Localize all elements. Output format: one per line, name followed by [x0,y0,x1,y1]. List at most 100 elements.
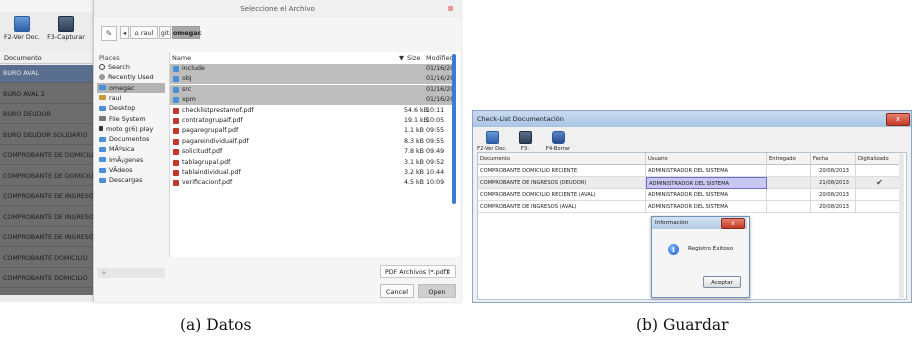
size-column-header[interactable]: Size [407,54,420,62]
cell-digitalizado[interactable] [856,201,902,213]
documents-column-header[interactable]: Documento [0,52,93,64]
close-button[interactable]: x [886,113,910,126]
breadcrumb-omegac[interactable]: omegac [172,26,202,39]
cell-documento[interactable]: COMPROBANTE DOMICILIO RECIENTE [478,165,646,177]
document-row[interactable]: COMPROBANTE DE INGRESOS [0,209,93,227]
place-item[interactable]: Descargas [97,175,165,185]
cell-documento[interactable]: COMPROBANTE DE INGRESOS (DEUDOR) [478,177,646,189]
panel-a: F2-Ver Doc. F3-Capturar Documento BURO A… [0,0,461,302]
file-size: 19.1 kB [404,117,428,124]
message-box: Información x i Registro Exitoso Aceptar [651,216,750,298]
place-item[interactable]: raul [97,93,165,103]
cell-entregado[interactable] [767,201,811,213]
delete-button[interactable]: F4-Borrar [543,131,573,152]
document-row[interactable]: BURO DEUDOR SOLIDARIO [0,127,93,145]
document-row[interactable]: BURO AVAL 2 [0,86,93,104]
place-item[interactable]: Search [97,62,165,72]
place-label: VÃ­deos [109,166,133,174]
file-type-filter[interactable]: PDF Archivos (*.pdf) ⇕ [380,265,456,278]
message-box-close-button[interactable]: x [721,218,745,229]
column-header-documento[interactable]: Documento [478,153,646,165]
place-item[interactable]: Documentos [97,134,165,144]
file-row[interactable]: include 01/16/20 [170,64,456,74]
cell-usuario[interactable]: ADMINISTRADOR DEL SISTEMA [646,165,767,177]
edit-location-button[interactable]: ✎ [101,26,117,41]
place-item[interactable]: Desktop [97,103,165,113]
place-item[interactable]: ImÃ¡genes [97,155,165,165]
cell-documento[interactable]: COMPROBANTE DE INGRESOS (AVAL) [478,201,646,213]
document-row[interactable]: COMPROBANTE DE DOMICILIO [0,168,93,186]
file-row[interactable]: contratogrupalf.pdf 19.1 kB 10:05 [170,116,456,126]
modified-column-header[interactable]: Modified [426,54,454,62]
file-row[interactable]: solicitudf.pdf 7.8 kB 09:49 [170,147,456,157]
file-row[interactable]: tablaindividual.pdf 3.2 kB 10:44 [170,168,456,178]
document-row[interactable]: COMPROBANTE DE DOMICILIO [0,147,93,165]
breadcrumb-git[interactable]: git [159,26,171,39]
column-header-fecha[interactable]: Fecha [811,153,856,165]
file-size: 1.1 kB [404,127,424,135]
cell-entregado[interactable] [767,165,811,177]
cell-usuario[interactable]: ADMINISTRADOR DEL SISTEMA [646,177,767,189]
place-item[interactable]: omegac [97,82,165,93]
file-row[interactable]: pagaregrupalf.pdf 1.1 kB 09:55 [170,126,456,136]
place-label: Documentos [109,135,150,144]
column-header-usuario[interactable]: Usuario [646,153,767,165]
cell-digitalizado[interactable] [856,189,902,201]
cell-documento[interactable]: COMPROBANTE DOMICILIO RECIENTE (AVAL) [478,189,646,201]
document-row[interactable]: BURO DEUDOR [0,106,93,124]
cell-fecha[interactable]: 21/08/2013 [811,177,856,189]
document-row[interactable]: COMPROBANTE DOMICILIO [0,250,93,268]
file-modified: 01/16/20 [426,85,455,93]
document-row[interactable]: COMPROBANTE DE INGRESOS [0,229,93,247]
column-header-digitalizado[interactable]: Digitalizado [856,153,902,165]
cell-usuario[interactable]: ADMINISTRADOR DEL SISTEMA [646,201,767,213]
file-row[interactable]: src 01/16/20 [170,84,456,95]
folder-icon [173,66,179,72]
place-item[interactable]: File System [97,114,165,124]
cell-fecha[interactable]: 20/08/2013 [811,201,856,213]
cell-usuario[interactable]: ADMINISTRADOR DEL SISTEMA [646,189,767,201]
cell-entregado[interactable] [767,189,811,201]
add-place-button[interactable]: + [97,268,165,278]
file-row[interactable]: verificacionf.pdf 4.5 kB 10:09 [170,178,456,188]
place-item[interactable]: MÃºsica [97,144,165,154]
capture-button[interactable]: F3-Capturar [46,14,86,48]
file-size: 3.2 kB [404,169,424,176]
document-row[interactable]: COMPROBANTE DE INGRESOS [0,188,93,206]
cancel-button[interactable]: Cancel [380,284,414,298]
file-row[interactable]: xpm 01/16/20 [170,95,456,106]
file-row[interactable]: obj 01/16/20 [170,74,456,85]
file-size: 8.3 kB [404,137,424,145]
accept-button[interactable]: Aceptar [703,276,741,288]
cell-digitalizado[interactable]: ✔ [856,177,902,189]
place-item[interactable]: moto g(6) play [97,124,165,134]
name-column-header[interactable]: Name [172,54,191,62]
file-row[interactable]: tablagrupal.pdf 3.1 kB 09:52 [170,158,456,168]
folder-icon [173,97,179,104]
close-icon[interactable]: ⊗ [446,4,455,13]
file-row[interactable]: checklistprestamof.pdf 54.6 kB 10:11 [170,106,456,116]
cell-fecha[interactable]: 20/08/2013 [811,165,856,177]
view-doc-button[interactable]: F2-Ver Doc. [2,14,42,48]
document-row[interactable]: BURO AVAL [0,65,93,83]
column-header-entregado[interactable]: Entregado [767,153,811,165]
place-item[interactable]: VÃ­deos [97,165,165,175]
open-button[interactable]: Open [418,284,456,298]
document-row[interactable]: COMPROBANTE DOMICILIO [0,270,93,288]
place-label: omegac [109,83,135,92]
sort-arrow-icon: ▼ [399,54,404,62]
folder-icon [173,86,179,93]
file-row[interactable]: pagareindividualf.pdf 8.3 kB 09:55 [170,137,456,147]
grid-scrollbar[interactable] [899,154,904,298]
file-list-scrollbar[interactable] [452,54,456,204]
place-item[interactable]: Recently Used [97,72,165,82]
cell-digitalizado[interactable] [856,165,902,177]
cell-fecha[interactable]: 20/08/2013 [811,189,856,201]
cell-entregado[interactable] [767,177,811,189]
breadcrumb-home[interactable]: ⌂ raul [130,26,158,39]
pdf-file-icon [173,138,179,145]
background-app-titlebar [0,0,93,12]
breadcrumb-back-button[interactable]: ◂ [120,26,129,39]
view-doc-button[interactable]: F2-Ver Doc. [477,131,507,152]
phone-icon [99,126,103,132]
